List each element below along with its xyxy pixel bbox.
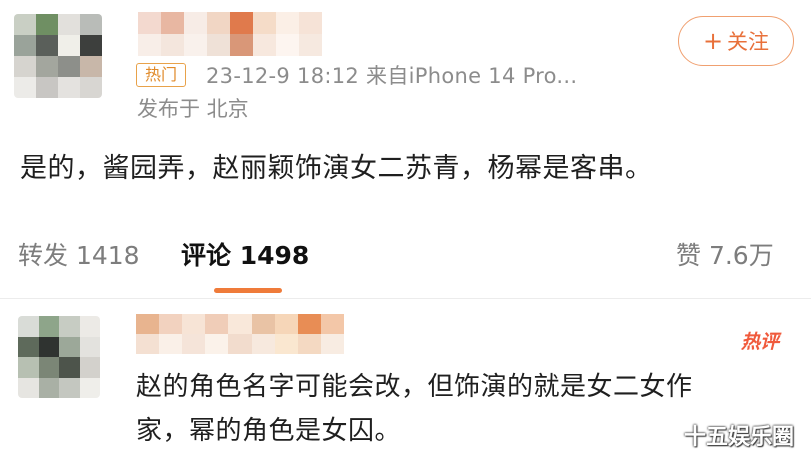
mosaic-block [274,314,298,334]
mosaic-block [80,56,102,77]
mosaic-block [59,336,80,357]
mosaic-block [36,56,58,77]
mosaic-block [58,77,80,98]
tab-comment[interactable]: 评论 1498 [181,236,309,272]
mosaic-block [228,314,252,334]
follow-button[interactable]: + 关注 [678,16,794,66]
mosaic-block [138,34,161,56]
mosaic-block [320,334,344,354]
mosaic-block [58,56,80,77]
mosaic-block [161,12,184,34]
post-author-name[interactable] [138,12,322,56]
mosaic-block [18,377,39,398]
mosaic-block [80,14,102,35]
mosaic-block [276,34,299,56]
mosaic-block [136,334,160,354]
mosaic-block [38,357,59,378]
mosaic-block [80,35,102,56]
mosaic-block [184,34,207,56]
comment-text-line-1: 赵的角色名字可能会改，但饰演的就是女二女作 [136,372,693,402]
mosaic-block [36,14,58,35]
commenter-avatar[interactable] [18,316,100,398]
mosaic-block [14,35,36,56]
commenter-name[interactable] [136,314,344,354]
mosaic-block [161,34,184,56]
mosaic-block [58,14,80,35]
mosaic-block [253,34,276,56]
mosaic-block [136,314,160,334]
mosaic-block [36,35,58,56]
mosaic-block [18,316,39,337]
tab-repost[interactable]: 转发 1418 [18,236,140,272]
hot-comment-tag: 热评 [741,331,780,353]
mosaic-block [228,334,252,354]
mosaic-block [253,12,276,34]
mosaic-block [59,357,80,378]
watermark: 十五娱乐圈 [684,425,795,450]
mosaic-block [79,316,100,337]
mosaic-block [205,334,229,354]
mosaic-block [320,314,344,334]
mosaic-block [230,12,253,34]
mosaic-block [207,34,230,56]
mosaic-block [297,314,321,334]
follow-label: 关注 [727,30,770,54]
mosaic-block [59,377,80,398]
mosaic-block [14,14,36,35]
mosaic-block [207,12,230,34]
mosaic-block [297,334,321,354]
mosaic-block [79,336,100,357]
mosaic-block [80,77,102,98]
mosaic-block [251,334,275,354]
mosaic-block [184,12,207,34]
mosaic-block [182,314,206,334]
comment-text-line-2: 家，幂的角色是女囚。 [136,416,402,446]
mosaic-block [38,336,59,357]
tab-like[interactable]: 赞 7.6万 [676,236,774,272]
mosaic-block [59,316,80,337]
mosaic-block [79,377,100,398]
mosaic-block [138,12,161,34]
mosaic-block [205,314,229,334]
mosaic-block [18,336,39,357]
mosaic-block [38,377,59,398]
mosaic-block [38,316,59,337]
active-tab-indicator [214,288,282,293]
mosaic-block [159,334,183,354]
mosaic-block [14,77,36,98]
mosaic-block [58,35,80,56]
plus-icon: + [702,27,724,55]
mosaic-block [274,334,298,354]
mosaic-block [36,77,58,98]
post-timestamp-source: 23-12-9 18:12 来自iPhone 14 Pro... [206,64,578,88]
post-text: 是的，酱园弄，赵丽颖饰演女二苏青，杨幂是客串。 [20,153,653,184]
mosaic-block [230,34,253,56]
mosaic-block [182,334,206,354]
mosaic-block [159,314,183,334]
divider [0,298,811,299]
mosaic-block [299,12,322,34]
mosaic-block [18,357,39,378]
mosaic-block [299,34,322,56]
hot-badge: 热门 [136,63,186,87]
mosaic-block [276,12,299,34]
mosaic-block [79,357,100,378]
post-author-avatar[interactable] [14,14,102,98]
mosaic-block [251,314,275,334]
mosaic-block [14,56,36,77]
post-location: 发布于 北京 [137,97,249,121]
